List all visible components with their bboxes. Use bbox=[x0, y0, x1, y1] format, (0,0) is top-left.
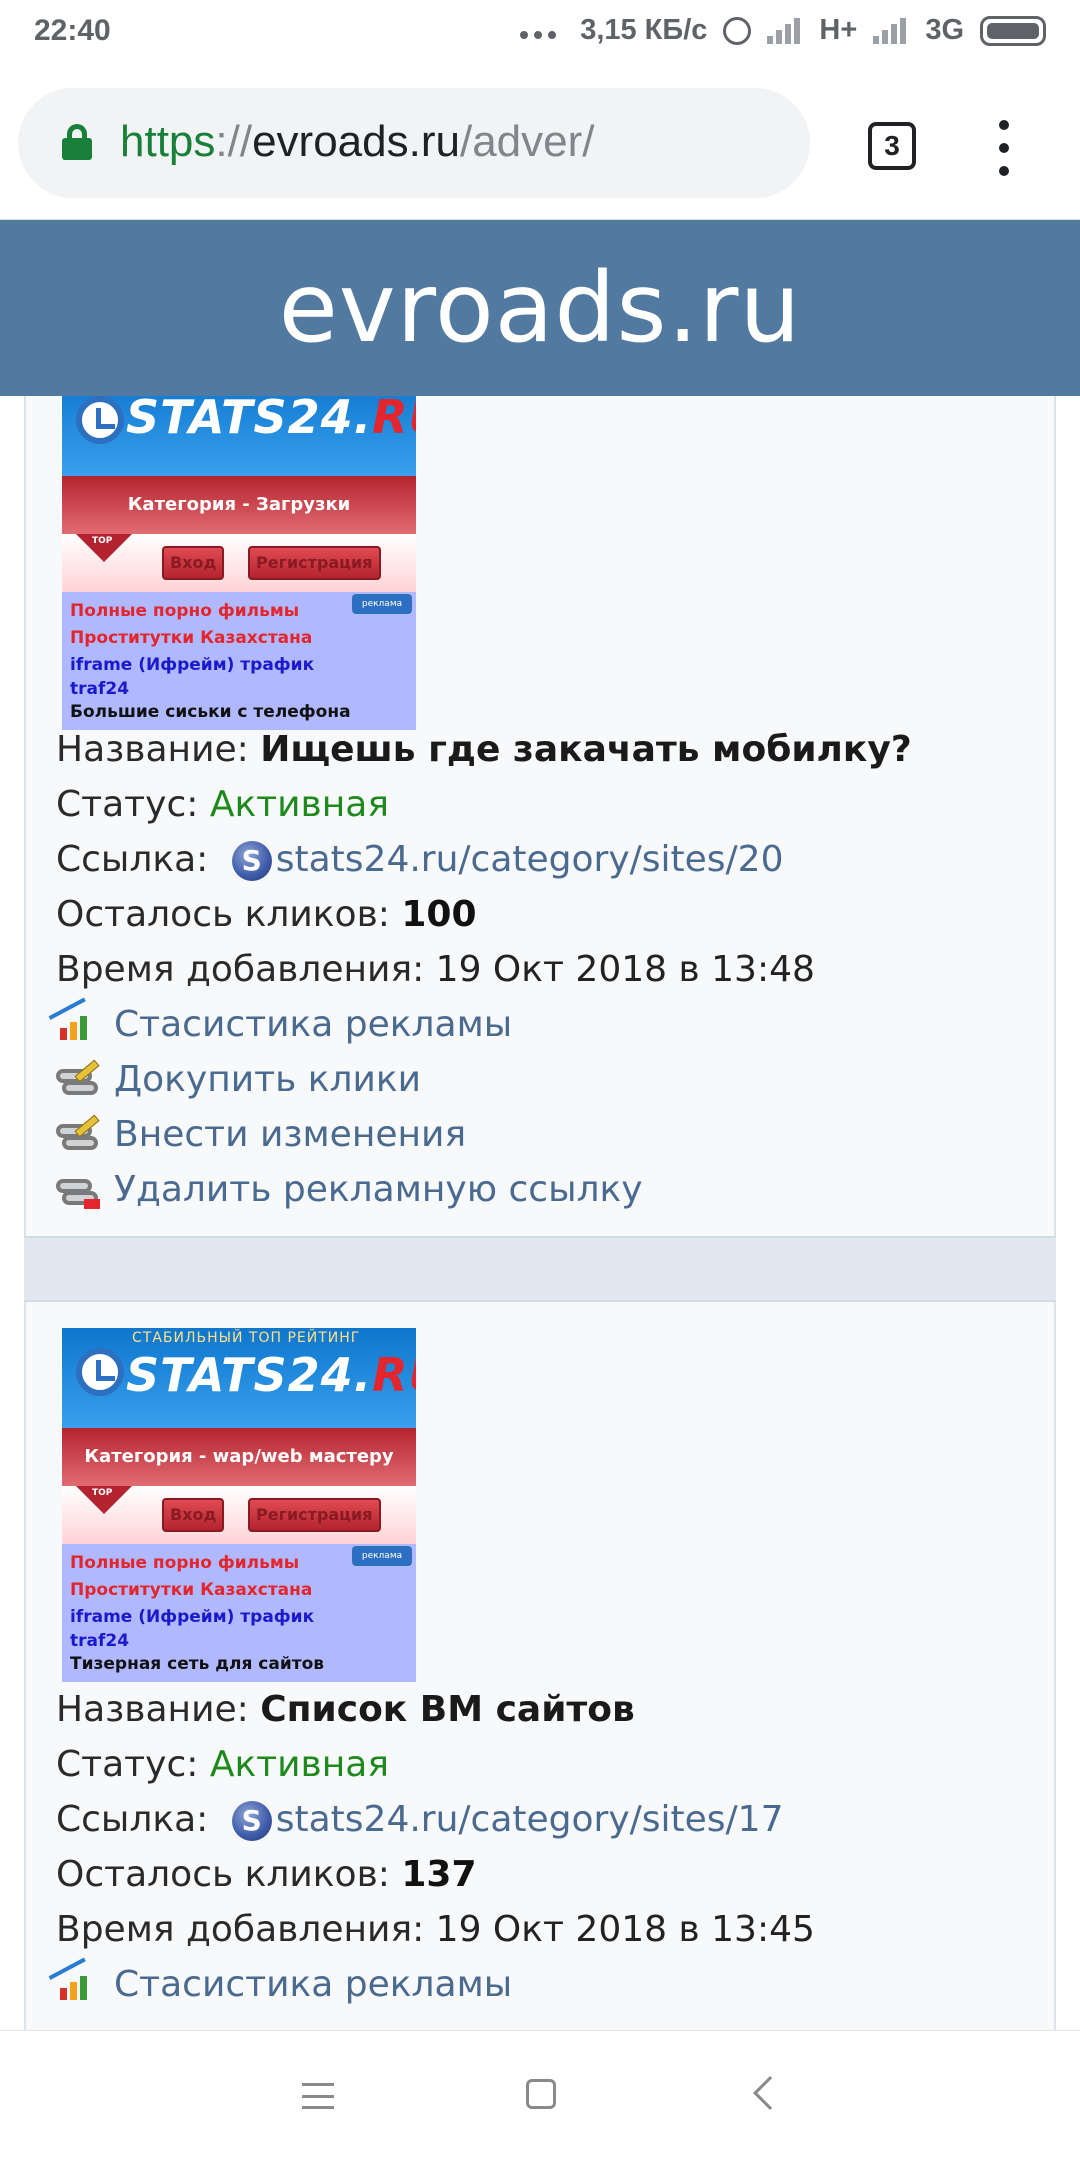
stats24-favicon-icon: S bbox=[231, 841, 272, 881]
ad-link-row: Ссылка: Sstats24.ru/category/sites/17 bbox=[56, 1799, 784, 1841]
status-badge: Активная bbox=[209, 1744, 390, 1785]
ad-link[interactable]: stats24.ru/category/sites/17 bbox=[276, 1799, 784, 1840]
system-nav-bar bbox=[0, 2030, 1080, 2160]
ad-details: Название: Список ВМ сайтов Статус: Актив… bbox=[48, 1682, 1056, 2012]
added-time-row: Время добавления: 19 Окт 2018 в 13:45 bbox=[56, 1909, 815, 1950]
added-time-value: 19 Окт 2018 в 13:48 bbox=[435, 949, 815, 990]
more-notifications-icon bbox=[520, 23, 557, 39]
ad-banner-image[interactable]: STATS24.RU Категория - Загрузки TOP Вход… bbox=[62, 396, 416, 730]
ad-banner-image[interactable]: СТАБИЛЬНЫЙ ТОП РЕЙТИНГ STATS24.RU Катего… bbox=[62, 1328, 416, 1682]
network-speed: 3,15 КБ/с bbox=[580, 14, 708, 46]
signal-icon bbox=[767, 17, 803, 44]
site-header: evroads.ru bbox=[0, 220, 1080, 396]
network-type-2: 3G bbox=[925, 14, 964, 46]
status-indicators: 3,15 КБ/с H+ 3G bbox=[520, 14, 1046, 47]
link-delete-icon bbox=[56, 1173, 100, 1209]
main-content: STATS24.RU Категория - Загрузки TOP Вход… bbox=[0, 396, 1080, 2030]
back-icon[interactable] bbox=[753, 2076, 787, 2110]
clicks-left-row: Осталось кликов: 137 bbox=[56, 1854, 477, 1895]
clicks-left-row: Осталось кликов: 100 bbox=[56, 894, 477, 935]
ad-card: СТАБИЛЬНЫЙ ТОП РЕЙТИНГ STATS24.RU Катего… bbox=[24, 1302, 1056, 2030]
status-time: 22:40 bbox=[34, 14, 111, 47]
clicks-left-value: 137 bbox=[401, 1854, 477, 1895]
ad-stats-link[interactable]: Стасистика рекламы bbox=[48, 1957, 1056, 2012]
recent-apps-icon[interactable] bbox=[302, 2083, 334, 2109]
network-type-1: H+ bbox=[819, 14, 858, 46]
signal-icon-2 bbox=[873, 17, 909, 44]
ad-name: Ищешь где закачать мобилку? bbox=[260, 729, 912, 770]
ad-stats-link[interactable]: Стасистика рекламы bbox=[48, 997, 1056, 1052]
ad-name-row: Название: Ищешь где закачать мобилку? bbox=[56, 729, 912, 770]
ad-name: Список ВМ сайтов bbox=[260, 1689, 635, 1730]
home-icon[interactable] bbox=[526, 2079, 556, 2109]
buy-clicks-link[interactable]: Докупить клики bbox=[56, 1052, 1056, 1107]
added-time-value: 19 Окт 2018 в 13:45 bbox=[435, 1909, 815, 1950]
ad-link[interactable]: stats24.ru/category/sites/20 bbox=[276, 839, 784, 880]
ad-details: Название: Ищешь где закачать мобилку? Ст… bbox=[48, 722, 1056, 1217]
clicks-left-value: 100 bbox=[401, 894, 477, 935]
battery-icon bbox=[980, 15, 1046, 46]
clock-logo-icon bbox=[76, 396, 124, 444]
ad-status-row: Статус: Активная bbox=[56, 1744, 390, 1785]
stats24-favicon-icon: S bbox=[231, 1801, 272, 1841]
status-bar: 22:40 3,15 КБ/с H+ 3G bbox=[0, 0, 1080, 68]
top-badge: TOP bbox=[76, 534, 132, 562]
site-title[interactable]: evroads.ru bbox=[279, 252, 802, 364]
chart-icon bbox=[48, 1957, 100, 2004]
top-badge: TOP bbox=[76, 1486, 132, 1514]
clock-logo-icon bbox=[76, 1348, 124, 1396]
link-edit-icon bbox=[56, 1114, 100, 1154]
ad-link-row: Ссылка: Sstats24.ru/category/sites/20 bbox=[56, 839, 784, 881]
tab-switcher-button[interactable]: 3 bbox=[868, 122, 916, 170]
ad-status-row: Статус: Активная bbox=[56, 784, 390, 825]
chart-icon bbox=[48, 997, 100, 1044]
ad-card: STATS24.RU Категория - Загрузки TOP Вход… bbox=[24, 396, 1056, 1236]
card-separator bbox=[24, 1236, 1056, 1302]
delete-ad-link[interactable]: Удалить рекламную ссылку bbox=[56, 1162, 1056, 1217]
browser-toolbar: https://evroads.ru/adver/ 3 bbox=[0, 68, 1080, 220]
url-text[interactable]: https://evroads.ru/adver/ bbox=[120, 114, 594, 170]
status-badge: Активная bbox=[209, 784, 390, 825]
ad-name-row: Название: Список ВМ сайтов bbox=[56, 1689, 635, 1730]
lock-icon[interactable] bbox=[62, 124, 92, 160]
edit-ad-link[interactable]: Внести изменения bbox=[56, 1107, 1056, 1162]
alarm-icon bbox=[723, 16, 752, 45]
added-time-row: Время добавления: 19 Окт 2018 в 13:48 bbox=[56, 949, 815, 990]
overflow-menu-icon[interactable] bbox=[986, 120, 1022, 176]
address-bar[interactable]: https://evroads.ru/adver/ bbox=[18, 88, 810, 198]
link-edit-icon bbox=[56, 1059, 100, 1099]
